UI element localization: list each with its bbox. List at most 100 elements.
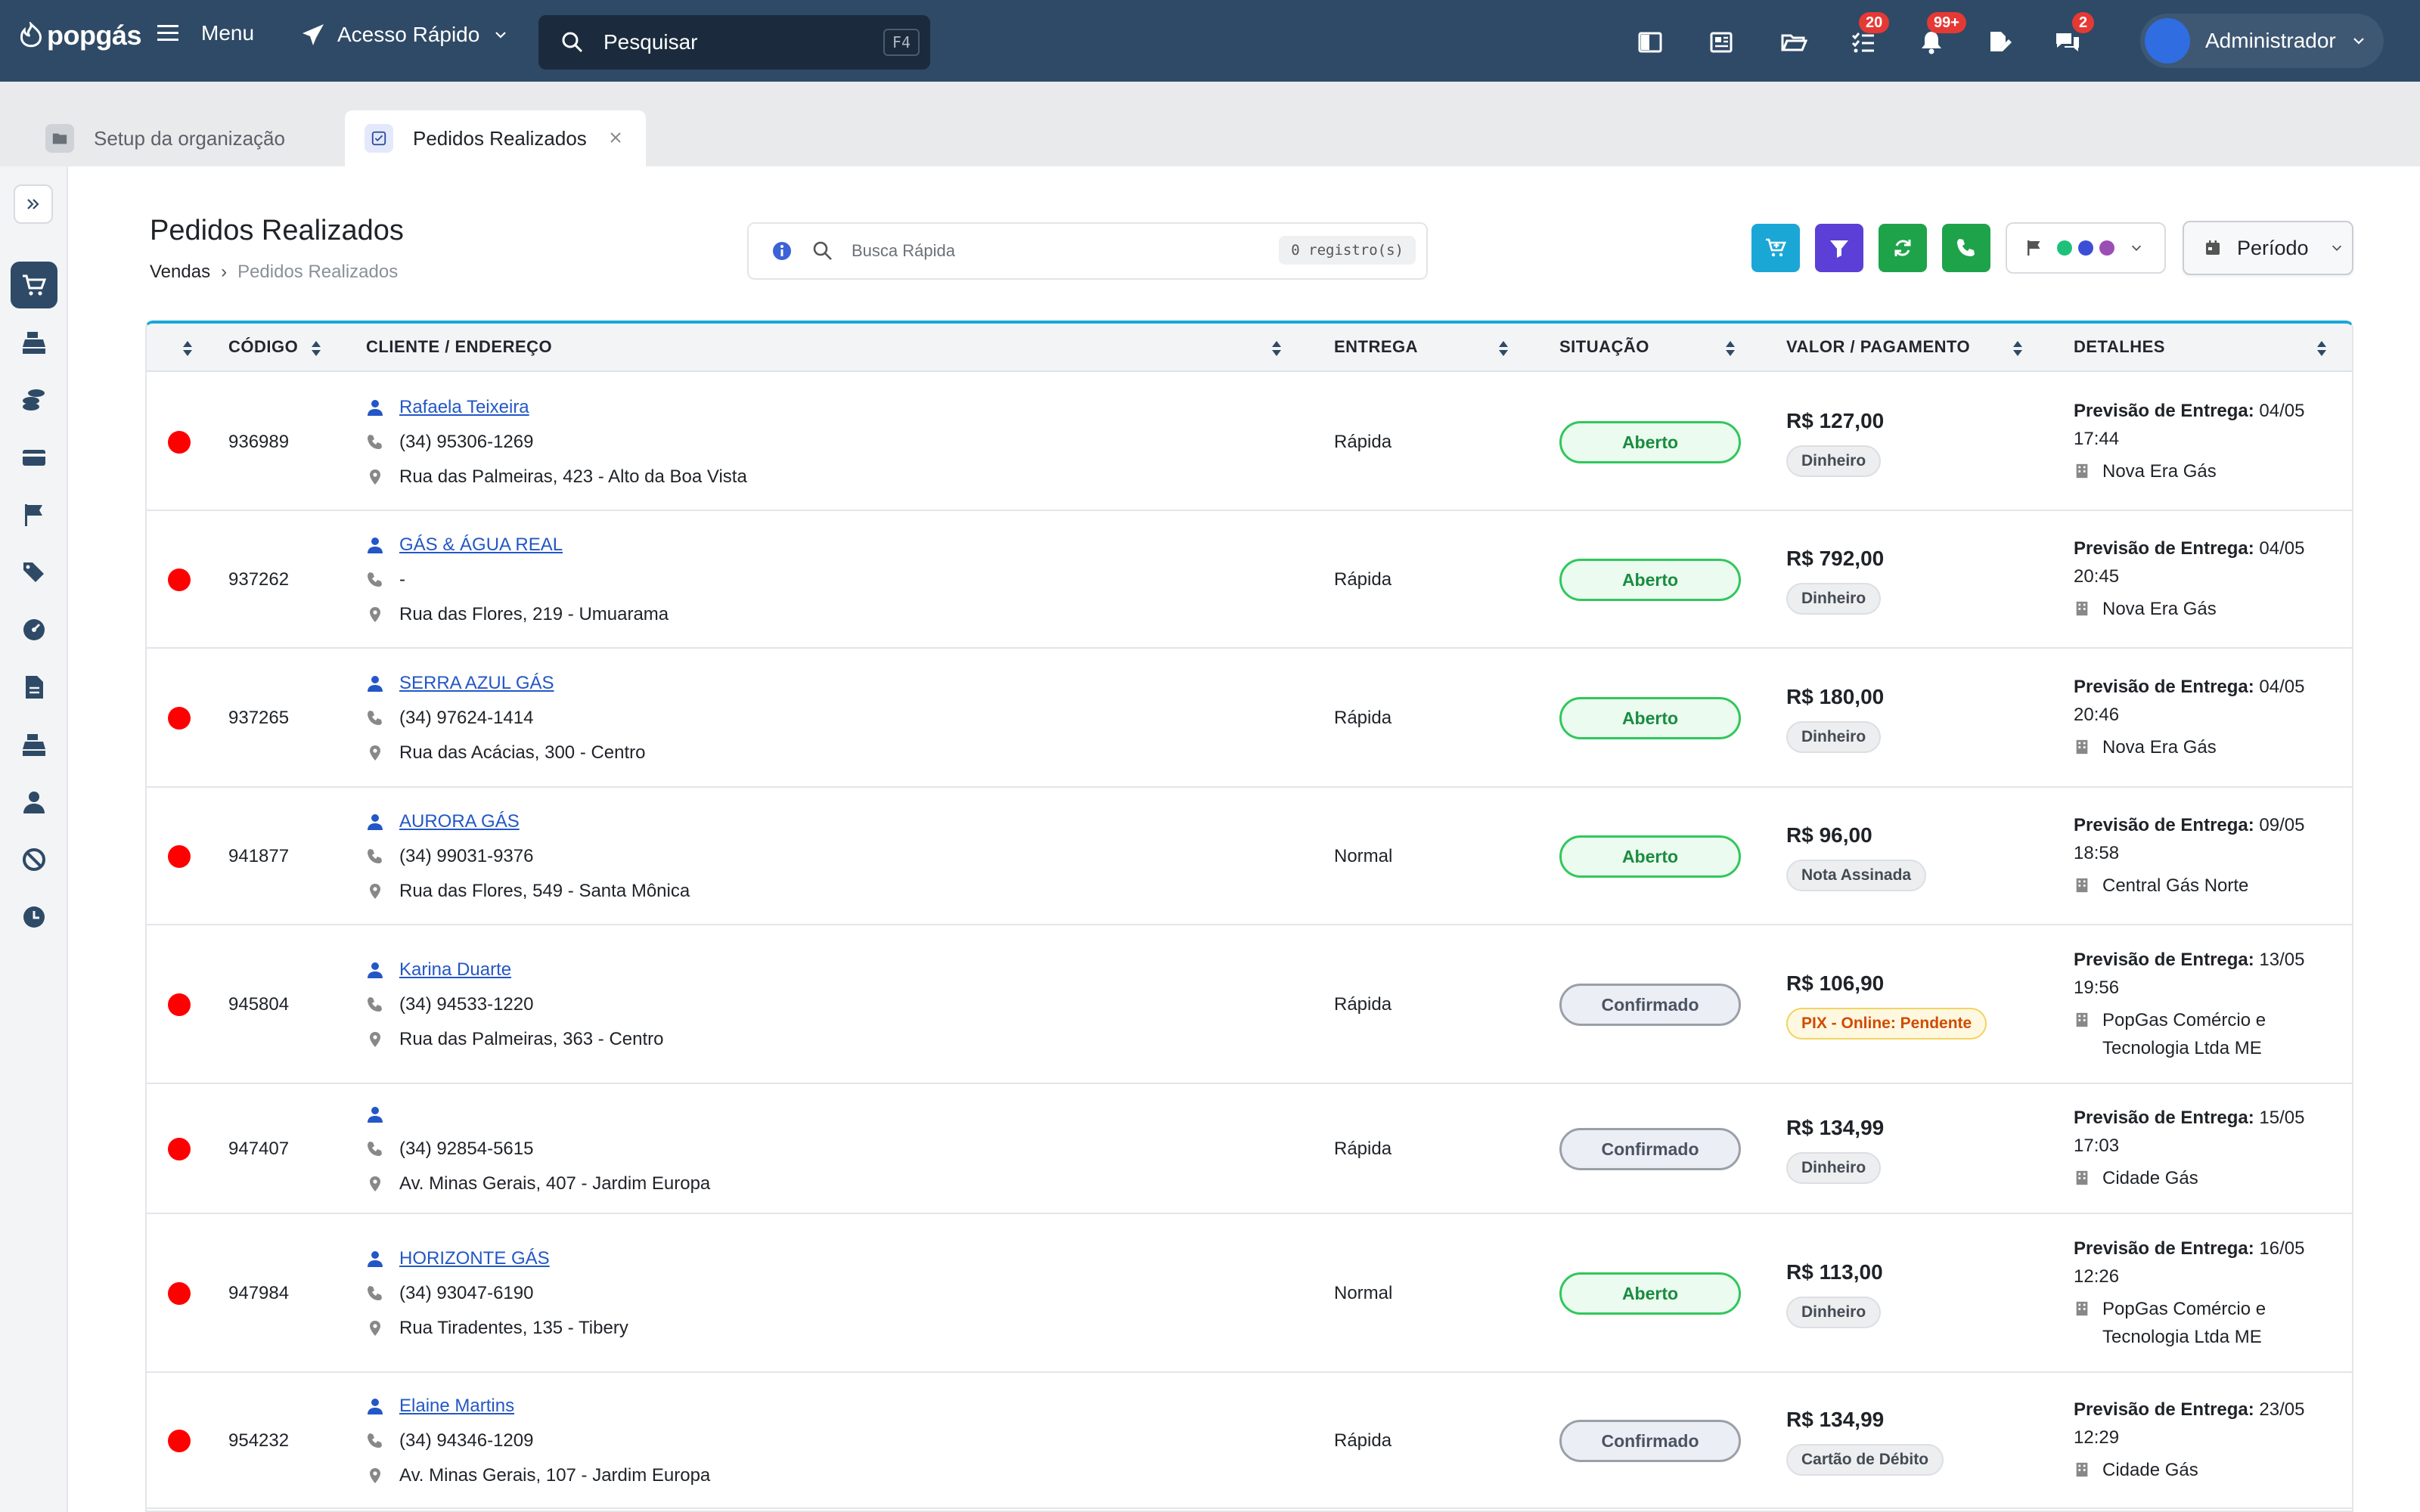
cart-plus-icon [1766, 238, 1786, 257]
sidebar-item-documentos[interactable] [11, 664, 57, 711]
order-code: 941877 [228, 846, 290, 866]
location-pin-icon [370, 1032, 380, 1047]
user-icon [368, 538, 383, 553]
user-icon [368, 1107, 383, 1123]
sort-icon[interactable] [2316, 339, 2328, 358]
sidebar-item-vendas[interactable] [11, 262, 57, 308]
info-icon[interactable] [771, 240, 793, 262]
filter-button[interactable] [1815, 224, 1863, 272]
user-menu[interactable]: Administrador [2140, 14, 2384, 68]
forecast-label: Previsão de Entrega: [2074, 1108, 2254, 1128]
clock-icon [23, 906, 45, 928]
table-row[interactable]: 947407 (34) 92854-5615 Av. Minas Gerais, 4… [147, 1084, 2352, 1214]
table-row[interactable]: 945804 Karina Duarte (34) 94533-1220 Rua da… [147, 925, 2352, 1084]
close-icon[interactable] [607, 129, 625, 147]
sort-icon[interactable] [182, 339, 194, 358]
sidebar-item-clientes[interactable] [11, 779, 57, 826]
period-dropdown[interactable]: Período [2183, 221, 2353, 275]
table-row[interactable]: 941877 AURORA GÁS (34) 99031-9376 Rua das F… [147, 788, 2352, 925]
sidebar-item-historico[interactable] [11, 894, 57, 940]
details-cell: Previsão de Entrega: 04/05 20:46 Nova Era … [2074, 673, 2346, 761]
client-phone-line: (34) 99031-9376 [366, 839, 690, 874]
refresh-button[interactable] [1879, 224, 1927, 272]
table-row[interactable]: 937265 SERRA AZUL GÁS (34) 97624-1414 Rua d… [147, 649, 2352, 788]
client-name-link[interactable]: Rafaela Teixeira [399, 397, 529, 418]
sort-icon[interactable] [1497, 339, 1509, 358]
order-value: R$ 96,00 [1786, 823, 1872, 847]
sort-icon[interactable] [1724, 339, 1736, 358]
logo[interactable]: popgás [20, 20, 142, 51]
client-phone: (34) 94533-1220 [399, 994, 534, 1015]
client-name-link[interactable]: AURORA GÁS [399, 811, 520, 832]
forecast-date: 23/05 [2254, 1399, 2305, 1420]
table-row[interactable]: 937262 GÁS & ÁGUA REAL - Rua das Flores, 21… [147, 511, 2352, 649]
chevron-down-icon [495, 32, 507, 39]
expand-sidebar-button[interactable] [14, 184, 53, 224]
notifications-button[interactable]: 99+ [1915, 12, 1966, 59]
new-order-button[interactable] [1751, 224, 1800, 272]
building-icon [2076, 463, 2088, 479]
client-name-link[interactable]: SERRA AZUL GÁS [399, 673, 554, 694]
forecast-time: 18:58 [2074, 843, 2120, 863]
flag-filter-dropdown[interactable] [2006, 222, 2166, 274]
client-phone-line: (34) 94346-1209 [366, 1424, 710, 1458]
payment-badge: Dinheiro [1786, 721, 1882, 753]
client-cell: GÁS & ÁGUA REAL - Rua das Flores, 219 - Um… [366, 528, 669, 632]
location-pin-icon [370, 1176, 380, 1191]
sidebar-item-cartoes[interactable] [11, 434, 57, 481]
book-open-icon [1638, 32, 1662, 53]
sidebar-item-indicadores[interactable] [11, 606, 57, 653]
location-pin-icon [370, 884, 380, 899]
sort-icon[interactable] [2012, 339, 2024, 358]
client-name-link[interactable]: GÁS & ÁGUA REAL [399, 534, 563, 556]
sidebar-item-bloqueios[interactable] [11, 836, 57, 883]
messages-button[interactable]: 2 [2051, 12, 2095, 59]
tab-pedidos-realizados[interactable]: Pedidos Realizados [345, 110, 646, 166]
tasks-button[interactable]: 20 [1847, 12, 1890, 59]
client-name-link[interactable]: HORIZONTE GÁS [399, 1248, 550, 1269]
panel-button[interactable] [1634, 26, 1667, 59]
delivery-forecast: Previsão de Entrega: 04/05 [2074, 397, 2346, 425]
client-address: Rua das Flores, 549 - Santa Mônica [399, 881, 690, 901]
company-line: Central Gás Norte [2074, 872, 2346, 900]
table-row[interactable]: 936989 Rafaela Teixeira (34) 95306-1269 Rua… [147, 373, 2352, 511]
global-search[interactable]: Pesquisar F4 [538, 15, 930, 70]
delivery-forecast: Previsão de Entrega: 15/05 [2074, 1104, 2346, 1132]
avatar [2145, 18, 2190, 64]
notifications-badge: 99+ [1927, 12, 1966, 33]
company-line: Nova Era Gás [2074, 595, 2346, 623]
company-line: Nova Era Gás [2074, 457, 2346, 485]
building-icon [2076, 1170, 2088, 1185]
client-name-link[interactable]: Karina Duarte [399, 959, 511, 981]
details-cell: Previsão de Entrega: 16/05 12:26 PopGas Co… [2074, 1235, 2346, 1351]
company-name: Nova Era Gás [2102, 737, 2217, 758]
quick-access-button[interactable]: Acesso Rápido [301, 23, 508, 47]
tab-setup-organizacao[interactable]: Setup da organização [45, 110, 285, 166]
phone-button[interactable] [1942, 224, 1990, 272]
sidebar-item-promocoes[interactable] [11, 549, 57, 596]
menu-button[interactable]: Menu [156, 21, 254, 45]
forecast-label: Previsão de Entrega: [2074, 950, 2254, 970]
table-row[interactable]: 947984 HORIZONTE GÁS (34) 93047-6190 Rua Ti… [147, 1214, 2352, 1373]
breadcrumb-root[interactable]: Vendas [150, 262, 210, 283]
folder-button[interactable] [1777, 26, 1810, 59]
coins-icon [23, 389, 45, 411]
client-name-link[interactable]: Elaine Martins [399, 1396, 514, 1417]
quick-search-input[interactable]: Busca Rápida 0 registro(s) [747, 222, 1428, 280]
client-phone-line: (34) 94533-1220 [366, 987, 664, 1022]
sidebar-item-financeiro[interactable] [11, 376, 57, 423]
news-button[interactable] [1705, 26, 1738, 59]
sidebar-item-metas[interactable] [11, 491, 57, 538]
flag-color-green [2057, 240, 2072, 256]
client-phone: (34) 95306-1269 [399, 432, 534, 452]
user-icon [368, 814, 383, 830]
signature-button[interactable] [1983, 26, 2016, 59]
forecast-time: 12:29 [2074, 1427, 2120, 1448]
sidebar-item-caixa[interactable] [11, 319, 57, 366]
sort-icon[interactable] [1270, 339, 1283, 358]
sidebar-item-pdv[interactable] [11, 721, 57, 768]
table-row[interactable]: 954232 Elaine Martins (34) 94346-1209 Av. M… [147, 1373, 2352, 1509]
sort-icon[interactable] [310, 339, 322, 358]
order-code: 947984 [228, 1283, 290, 1303]
flag-icon [25, 504, 42, 526]
